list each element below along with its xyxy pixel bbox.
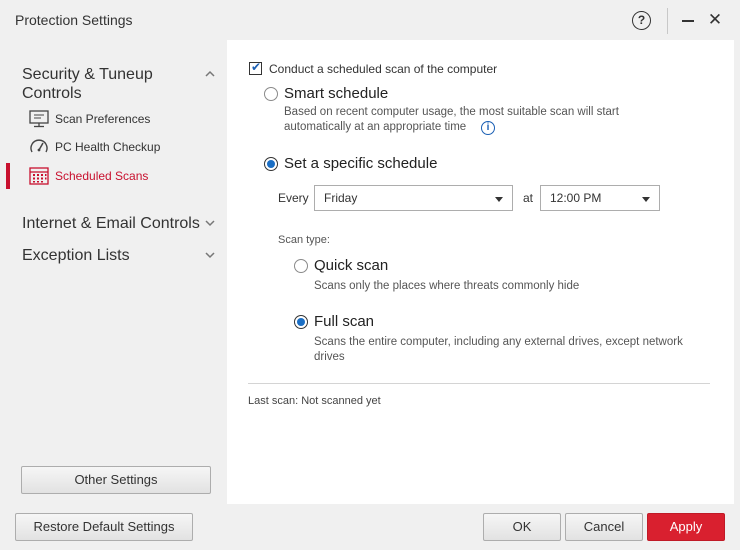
apply-button[interactable]: Apply: [647, 513, 725, 541]
specific-schedule-label[interactable]: Set a specific schedule: [284, 155, 437, 172]
day-select[interactable]: Friday: [314, 185, 513, 211]
minimize-icon[interactable]: [682, 20, 694, 22]
help-icon[interactable]: ?: [632, 11, 651, 30]
close-icon[interactable]: ✕: [707, 11, 723, 29]
smart-schedule-label[interactable]: Smart schedule: [284, 85, 388, 102]
every-label: Every: [278, 191, 309, 205]
sidebar-item-pc-health-checkup[interactable]: PC Health Checkup: [6, 135, 227, 159]
checkmark-icon: ✔: [251, 60, 262, 74]
chevron-up-icon[interactable]: [204, 68, 216, 80]
title-bar: Protection Settings ? ✕: [0, 0, 740, 40]
gauge-icon: [30, 139, 48, 153]
full-scan-description: Scans the entire computer, including any…: [314, 336, 683, 363]
scheduled-scan-label[interactable]: Conduct a scheduled scan of the computer: [269, 62, 497, 76]
active-indicator: [6, 163, 10, 189]
scheduled-scan-checkbox[interactable]: ✔: [249, 60, 262, 75]
info-icon[interactable]: i: [481, 121, 495, 135]
sidebar-group-exception-lists[interactable]: Exception Lists: [22, 246, 130, 265]
chevron-down-icon[interactable]: [204, 217, 216, 229]
smart-schedule-radio[interactable]: [264, 87, 278, 101]
quick-scan-label[interactable]: Quick scan: [314, 257, 388, 274]
full-scan-radio[interactable]: [294, 315, 308, 329]
restore-default-settings-button[interactable]: Restore Default Settings: [15, 513, 193, 541]
sidebar-item-scheduled-scans[interactable]: Scheduled Scans: [6, 163, 227, 189]
at-label: at: [523, 191, 534, 205]
sidebar: Security & Tuneup Controls Scan Preferen…: [6, 40, 227, 504]
quick-scan-radio[interactable]: [294, 259, 308, 273]
sidebar-item-label: PC Health Checkup: [55, 140, 161, 154]
sidebar-item-label: Scheduled Scans: [55, 169, 149, 183]
sidebar-group-internet-email[interactable]: Internet & Email Controls: [22, 214, 200, 233]
time-select[interactable]: 12:00 PM: [540, 185, 660, 211]
sidebar-group-security-tuneup[interactable]: Security & Tuneup Controls: [22, 65, 202, 103]
sidebar-item-scan-preferences[interactable]: Scan Preferences: [6, 107, 227, 131]
monitor-icon: [29, 110, 49, 128]
dropdown-arrow-icon: [495, 197, 503, 202]
last-scan-status: Last scan: Not scanned yet: [248, 395, 381, 407]
specific-schedule-radio[interactable]: [264, 157, 278, 171]
chevron-down-icon[interactable]: [204, 249, 216, 261]
quick-scan-description: Scans only the places where threats comm…: [314, 280, 580, 292]
ok-button[interactable]: OK: [483, 513, 561, 541]
other-settings-button[interactable]: Other Settings: [21, 466, 211, 494]
section-divider: [248, 383, 710, 384]
full-scan-label[interactable]: Full scan: [314, 313, 374, 330]
main-panel: ✔ Conduct a scheduled scan of the comput…: [227, 40, 734, 504]
smart-schedule-description: Based on recent computer usage, the most…: [284, 106, 619, 133]
dropdown-arrow-icon: [642, 197, 650, 202]
calendar-icon: [29, 167, 49, 185]
titlebar-divider: [667, 8, 668, 34]
scan-type-label: Scan type:: [278, 234, 330, 246]
cancel-button[interactable]: Cancel: [565, 513, 643, 541]
window-title: Protection Settings: [15, 12, 133, 28]
sidebar-item-label: Scan Preferences: [55, 112, 151, 126]
